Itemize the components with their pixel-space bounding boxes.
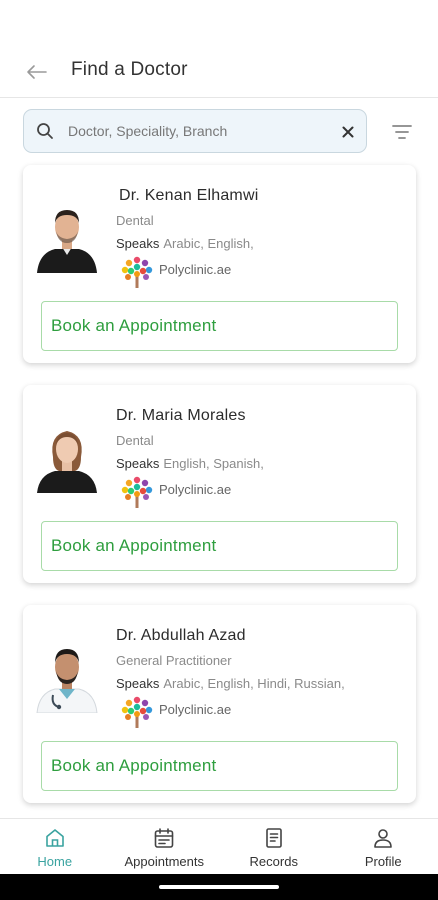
doctor-name: Dr. Maria Morales <box>116 407 246 424</box>
app-header: Find a Doctor <box>0 0 438 98</box>
document-icon <box>262 825 286 851</box>
doctor-branch: Polyclinic.ae <box>120 474 231 510</box>
branch-name: Polyclinic.ae <box>159 701 232 717</box>
polyclinic-logo-icon <box>121 696 153 728</box>
filter-icon <box>392 125 412 139</box>
doctor-languages: Speaks Arabic, English, Hindi, Russian, <box>116 676 345 691</box>
system-navigation-bar <box>0 874 438 900</box>
book-appointment-button[interactable]: Book an Appointment <box>41 521 398 571</box>
close-icon <box>342 126 354 138</box>
doctor-speciality: Dental <box>116 433 154 448</box>
languages-value: English, Spanish, <box>163 456 264 471</box>
speaks-label: Speaks <box>116 236 160 251</box>
languages-value: Arabic, English, <box>163 236 254 251</box>
doctor-speciality: Dental <box>116 213 154 228</box>
home-icon <box>43 825 67 851</box>
doctor-card: Dr. Abdullah Azad General Practitioner S… <box>23 605 416 803</box>
doctor-avatar <box>36 649 98 713</box>
page-title: Find a Doctor <box>71 59 188 80</box>
search-bar[interactable] <box>23 109 367 153</box>
nav-label-profile: Profile <box>364 854 402 869</box>
doctor-branch: Polyclinic.ae <box>120 254 231 290</box>
branch-name: Polyclinic.ae <box>159 261 232 277</box>
languages-value: Arabic, English, Hindi, Russian, <box>163 676 345 691</box>
doctor-avatar <box>37 431 97 493</box>
doctor-branch: Polyclinic.ae <box>120 694 231 730</box>
doctor-speciality: General Practitioner <box>116 653 232 668</box>
book-appointment-button[interactable]: Book an Appointment <box>41 301 398 351</box>
back-button[interactable] <box>22 58 50 86</box>
doctor-card: Dr. Maria Morales Dental Speaks English, … <box>23 385 416 583</box>
home-indicator[interactable] <box>159 885 279 889</box>
nav-label-home: Home <box>37 854 73 869</box>
search-input[interactable] <box>68 123 328 139</box>
polyclinic-logo-icon <box>121 476 153 508</box>
nav-label-records: Records <box>249 854 298 869</box>
book-appointment-button[interactable]: Book an Appointment <box>41 741 398 791</box>
clear-search-button[interactable] <box>338 122 358 142</box>
doctor-name: Dr. Abdullah Azad <box>116 627 246 644</box>
bottom-navigation: Home Appointments Records Profile <box>0 818 438 874</box>
doctor-card: Dr. Kenan Elhamwi Dental Speaks Arabic, E… <box>23 165 416 363</box>
speaks-label: Speaks <box>116 456 160 471</box>
branch-name: Polyclinic.ae <box>159 481 232 497</box>
arrow-left-icon <box>27 65 47 79</box>
nav-item-records[interactable]: Records <box>219 819 329 874</box>
doctor-languages: Speaks Arabic, English, <box>116 236 254 251</box>
filter-button[interactable] <box>389 121 415 143</box>
user-icon <box>371 825 395 851</box>
speaks-label: Speaks <box>116 676 160 691</box>
doctor-avatar <box>37 210 97 273</box>
doctor-name: Dr. Kenan Elhamwi <box>119 187 259 204</box>
search-icon <box>36 121 56 141</box>
nav-item-profile[interactable]: Profile <box>329 819 438 874</box>
polyclinic-logo-icon <box>121 256 153 288</box>
calendar-icon <box>152 825 176 851</box>
doctor-languages: Speaks English, Spanish, <box>116 456 264 471</box>
nav-label-appointments: Appointments <box>124 854 205 869</box>
nav-item-home[interactable]: Home <box>0 819 110 874</box>
nav-item-appointments[interactable]: Appointments <box>110 819 220 874</box>
